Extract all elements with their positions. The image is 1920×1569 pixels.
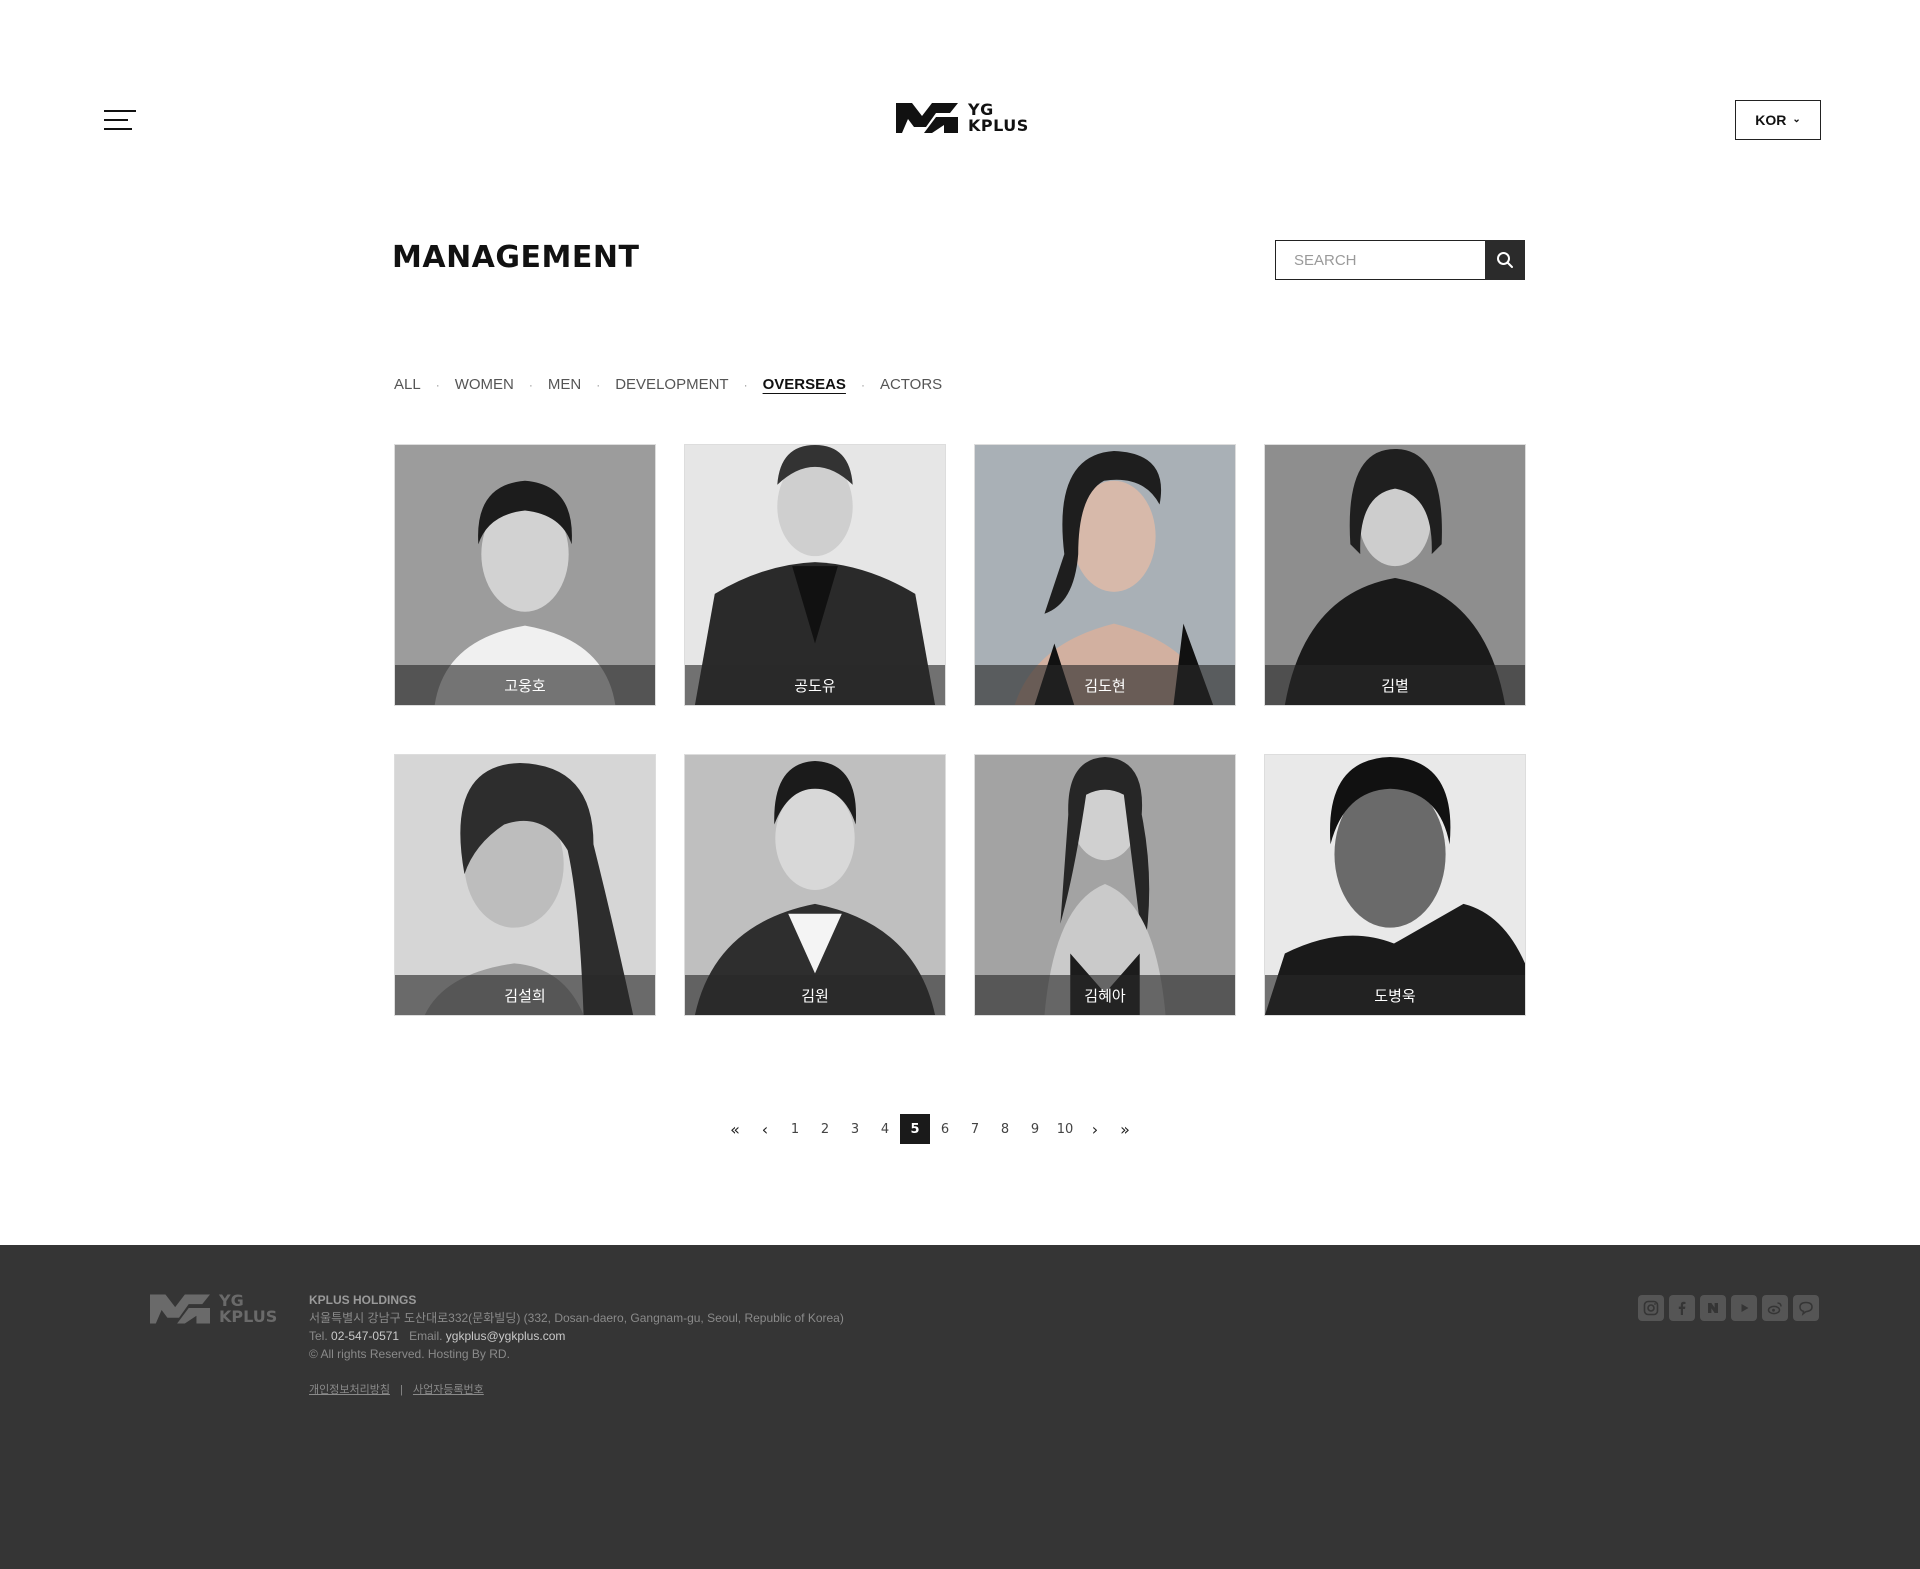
tel-label: Tel. <box>309 1329 328 1343</box>
model-card[interactable]: 김도현 <box>974 444 1236 706</box>
model-card[interactable]: 김혜아 <box>974 754 1236 1016</box>
company-address: 서울특별시 강남구 도산대로332(문화빌딩) (332, Dosan-daer… <box>309 1311 844 1325</box>
model-card[interactable]: 김설희 <box>394 754 656 1016</box>
hamburger-menu-icon[interactable] <box>104 108 136 132</box>
model-name: 도병욱 <box>1265 975 1525 1015</box>
company-name: KPLUS HOLDINGS <box>309 1293 417 1307</box>
page-9[interactable]: 9 <box>1020 1114 1050 1144</box>
footer-logo[interactable]: YG KPLUS <box>150 1293 277 1325</box>
tab-all[interactable]: ALL <box>394 376 421 393</box>
page-4[interactable]: 4 <box>870 1114 900 1144</box>
naver-icon[interactable] <box>1700 1295 1726 1321</box>
model-name: 김별 <box>1265 665 1525 705</box>
page-1[interactable]: 1 <box>780 1114 810 1144</box>
model-name: 김도현 <box>975 665 1235 705</box>
instagram-icon[interactable] <box>1638 1295 1664 1321</box>
model-card[interactable]: 공도유 <box>684 444 946 706</box>
footer-logo-text-kplus: KPLUS <box>219 1307 278 1326</box>
page-title: MANAGEMENT <box>392 240 640 275</box>
weibo-icon[interactable] <box>1762 1295 1788 1321</box>
search-input[interactable] <box>1275 240 1485 280</box>
logo-text-kplus: KPLUS <box>968 116 1029 135</box>
copyright: © All rights Reserved. Hosting By RD. <box>309 1347 510 1361</box>
page-10[interactable]: 10 <box>1050 1114 1080 1144</box>
tab-women[interactable]: WOMEN <box>455 376 514 393</box>
tab-separator: · <box>596 377 601 392</box>
tab-separator: · <box>743 377 748 392</box>
privacy-policy-link[interactable]: 개인정보처리방침 <box>309 1384 390 1396</box>
model-name: 고웅호 <box>395 665 655 705</box>
search-button[interactable] <box>1485 240 1525 280</box>
youtube-icon[interactable] <box>1731 1295 1757 1321</box>
tab-men[interactable]: MEN <box>548 376 581 393</box>
social-links <box>1638 1295 1819 1321</box>
email-address[interactable]: ygkplus@ygkplus.com <box>446 1329 566 1343</box>
prev-page-button[interactable]: ‹ <box>750 1114 780 1144</box>
model-card[interactable]: 고웅호 <box>394 444 656 706</box>
model-grid: 고웅호 공도유 김도현 김별 김설희 김원 김혜아 도병욱 <box>394 444 1528 1016</box>
model-card[interactable]: 김원 <box>684 754 946 1016</box>
tab-separator: · <box>435 377 440 392</box>
language-selector[interactable]: KOR ⌄ <box>1735 100 1821 140</box>
tab-development[interactable]: DEVELOPMENT <box>615 376 728 393</box>
business-registration-link[interactable]: 사업자등록번호 <box>413 1384 484 1396</box>
link-separator: | <box>400 1384 403 1396</box>
page-2[interactable]: 2 <box>810 1114 840 1144</box>
tab-separator: · <box>528 377 533 392</box>
chevron-down-icon: ⌄ <box>1792 113 1801 125</box>
tab-actors[interactable]: ACTORS <box>880 376 942 393</box>
page-5-current[interactable]: 5 <box>900 1114 930 1144</box>
language-label: KOR <box>1755 112 1787 128</box>
model-name: 김설희 <box>395 975 655 1015</box>
yg-kplus-logo[interactable]: YG KPLUS <box>896 102 1029 134</box>
contact-line: Tel. 02-547-0571 Email. ygkplus@ygkplus.… <box>309 1327 844 1345</box>
page-8[interactable]: 8 <box>990 1114 1020 1144</box>
first-page-button[interactable]: « <box>720 1114 750 1144</box>
search-form <box>1275 240 1525 280</box>
search-icon <box>1497 252 1513 268</box>
email-label: Email. <box>409 1329 443 1343</box>
next-page-button[interactable]: › <box>1080 1114 1110 1144</box>
footer: YG KPLUS KPLUS HOLDINGS 서울특별시 강남구 도산대로33… <box>0 1245 1920 1569</box>
page-6[interactable]: 6 <box>930 1114 960 1144</box>
logo-mark-icon <box>896 103 958 133</box>
pagination: « ‹ 1 2 3 4 5 6 7 8 9 10 › » <box>720 1114 1140 1144</box>
model-card[interactable]: 김별 <box>1264 444 1526 706</box>
category-tabs: ALL · WOMEN · MEN · DEVELOPMENT · OVERSE… <box>394 376 942 393</box>
facebook-icon[interactable] <box>1669 1295 1695 1321</box>
model-name: 김혜아 <box>975 975 1235 1015</box>
page-3[interactable]: 3 <box>840 1114 870 1144</box>
footer-info: KPLUS HOLDINGS 서울특별시 강남구 도산대로332(문화빌딩) (… <box>309 1291 844 1399</box>
line-icon[interactable] <box>1793 1295 1819 1321</box>
footer-logo-mark-icon <box>150 1294 210 1324</box>
footer-links: 개인정보처리방침 | 사업자등록번호 <box>309 1381 844 1399</box>
model-name: 공도유 <box>685 665 945 705</box>
page-7[interactable]: 7 <box>960 1114 990 1144</box>
model-card[interactable]: 도병욱 <box>1264 754 1526 1016</box>
tab-separator: · <box>860 377 865 392</box>
tel-number: 02-547-0571 <box>331 1329 400 1343</box>
model-name: 김원 <box>685 975 945 1015</box>
last-page-button[interactable]: » <box>1110 1114 1140 1144</box>
tab-overseas[interactable]: OVERSEAS <box>763 376 846 393</box>
